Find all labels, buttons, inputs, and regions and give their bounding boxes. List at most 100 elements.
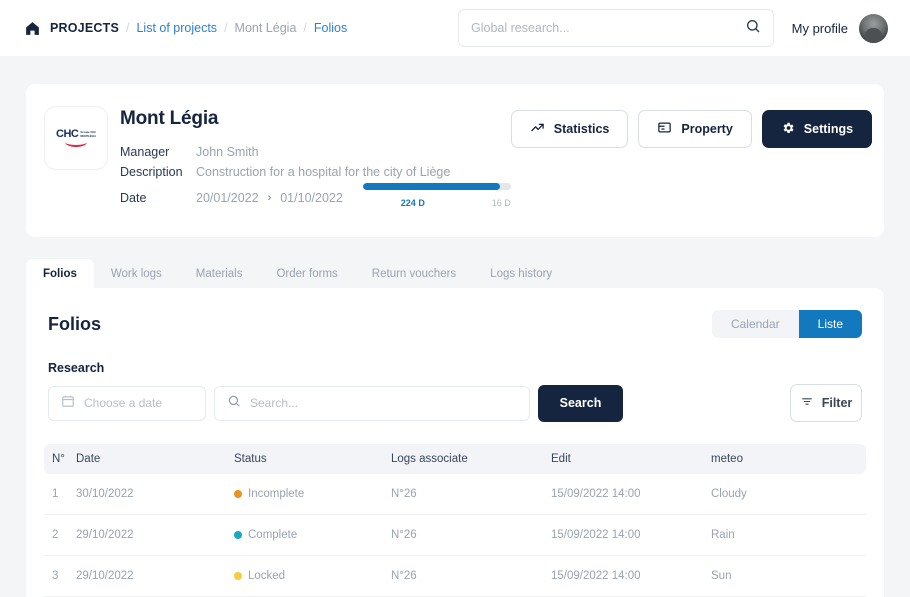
logo-swoosh-icon (65, 141, 87, 147)
cell-status: Locked (234, 556, 391, 597)
field-label: Date (120, 188, 196, 208)
date-start: 20/01/2022 (196, 188, 259, 208)
breadcrumb-item-projects[interactable]: PROJECTS (50, 21, 119, 35)
date-picker-field[interactable] (48, 386, 206, 421)
calendar-icon (61, 394, 75, 413)
breadcrumb-separator: / (126, 21, 129, 35)
cell-logs-associate: N°26 (391, 474, 551, 515)
cell-edit: 15/09/2022 14:00 (551, 515, 711, 556)
breadcrumb: PROJECTS / List of projects / Mont Légia… (24, 20, 347, 37)
folios-table: N° Date Status Logs associate Edit meteo… (44, 444, 866, 597)
tab-order-forms[interactable]: Order forms (259, 259, 354, 288)
global-search-input[interactable] (471, 21, 745, 35)
search-icon[interactable] (745, 18, 761, 39)
status-label: Incomplete (248, 488, 304, 500)
search-icon (227, 394, 241, 413)
filter-button[interactable]: Filter (790, 384, 862, 422)
project-logo: CHC Groupe CHC MONTLÉGIA (44, 106, 108, 170)
cell-date: 29/10/2022 (76, 515, 234, 556)
global-search-box[interactable] (458, 9, 774, 47)
view-toggle-calendar-label: Calendar (731, 317, 780, 331)
tab-materials[interactable]: Materials (179, 259, 260, 288)
view-toggle-calendar[interactable]: Calendar (712, 310, 799, 338)
cell-meteo: Sun (711, 556, 866, 597)
column-header-meteo[interactable]: meteo (711, 444, 866, 474)
folder-icon (657, 120, 672, 138)
search-button[interactable]: Search (538, 385, 623, 422)
settings-button-label: Settings (804, 122, 853, 136)
status-dot-icon (234, 490, 242, 498)
tab-label: Work logs (111, 268, 162, 280)
tab-bar: Folios Work logs Materials Order forms R… (26, 259, 884, 288)
logo-subline-1: Groupe CHC (80, 131, 96, 135)
date-end: 01/10/2022 (280, 188, 343, 208)
tab-folios[interactable]: Folios (26, 259, 94, 288)
project-actions: Statistics Property Settings (511, 106, 872, 213)
tab-label: Order forms (276, 268, 337, 280)
progress-fill (363, 183, 501, 190)
table-header: N° Date Status Logs associate Edit meteo (44, 444, 866, 474)
cell-meteo: Cloudy (711, 474, 866, 515)
statistics-button-label: Statistics (554, 122, 610, 136)
column-header-edit[interactable]: Edit (551, 444, 711, 474)
cell-date: 30/10/2022 (76, 474, 234, 515)
breadcrumb-separator: / (224, 21, 227, 35)
field-value: John Smith (196, 142, 259, 162)
research-label: Research (48, 361, 866, 375)
project-field-date: Date 20/01/2022 › 01/10/2022 224 D 16 D (120, 183, 511, 213)
column-header-no[interactable]: N° (44, 444, 76, 474)
filter-icon (800, 395, 814, 411)
tab-logs-history[interactable]: Logs history (473, 259, 569, 288)
project-info: Mont Légia Manager John Smith Descriptio… (120, 106, 511, 213)
breadcrumb-item-folios[interactable]: Folios (314, 21, 347, 35)
cell-no: 2 (44, 515, 76, 556)
column-header-status[interactable]: Status (234, 444, 391, 474)
column-header-date[interactable]: Date (76, 444, 234, 474)
profile-menu[interactable]: My profile (792, 0, 888, 56)
trending-up-icon (530, 120, 545, 138)
project-field-description: Description Construction for a hospital … (120, 162, 511, 182)
status-dot-icon (234, 531, 242, 539)
breadcrumb-item-list-of-projects[interactable]: List of projects (136, 21, 217, 35)
tab-return-vouchers[interactable]: Return vouchers (355, 259, 473, 288)
tab-label: Return vouchers (372, 268, 456, 280)
search-row: Search Filter (44, 384, 866, 422)
settings-button[interactable]: Settings (762, 110, 872, 148)
logo-subline-2: MONTLÉGIA (80, 135, 96, 139)
cell-logs-associate: N°26 (391, 556, 551, 597)
column-header-logs-associate[interactable]: Logs associate (391, 444, 551, 474)
status-dot-icon (234, 572, 242, 580)
top-bar: PROJECTS / List of projects / Mont Légia… (0, 0, 910, 56)
field-label: Description (120, 162, 196, 182)
home-icon[interactable] (24, 20, 43, 37)
tab-label: Logs history (490, 268, 552, 280)
table-row[interactable]: 130/10/2022 Incomplete N°2615/09/2022 14:0… (44, 474, 866, 515)
table-row[interactable]: 229/10/2022CompleteN°2615/09/2022 14:00R… (44, 515, 866, 556)
project-field-manager: Manager John Smith (120, 142, 511, 162)
cell-date: 29/10/2022 (76, 556, 234, 597)
cell-no: 1 (44, 474, 76, 515)
field-label: Manager (120, 142, 196, 162)
folios-search-input[interactable] (250, 396, 517, 410)
tab-label: Folios (43, 268, 77, 280)
progress-remaining-label: 16 D (492, 193, 511, 213)
breadcrumb-item-mont-legia[interactable]: Mont Légia (235, 21, 297, 35)
page-title: Mont Légia (120, 108, 511, 130)
table-row[interactable]: 329/10/2022LockedN°2615/09/2022 14:00Sun (44, 556, 866, 597)
field-value: Construction for a hospital for the city… (196, 162, 450, 182)
gear-icon (781, 121, 795, 138)
project-progress: 224 D 16 D (363, 183, 511, 213)
folios-panel: Folios Calendar Liste Research Search (26, 288, 884, 597)
property-button[interactable]: Property (638, 110, 751, 148)
folios-search-field[interactable] (214, 386, 530, 421)
tab-work-logs[interactable]: Work logs (94, 259, 179, 288)
view-toggle-liste[interactable]: Liste (799, 310, 862, 338)
cell-edit: 15/09/2022 14:00 (551, 474, 711, 515)
cell-edit: 15/09/2022 14:00 (551, 556, 711, 597)
avatar[interactable] (859, 14, 888, 43)
profile-label[interactable]: My profile (792, 21, 848, 36)
breadcrumb-separator: / (303, 21, 306, 35)
cell-meteo: Rain (711, 515, 866, 556)
cell-no: 3 (44, 556, 76, 597)
statistics-button[interactable]: Statistics (511, 110, 629, 148)
